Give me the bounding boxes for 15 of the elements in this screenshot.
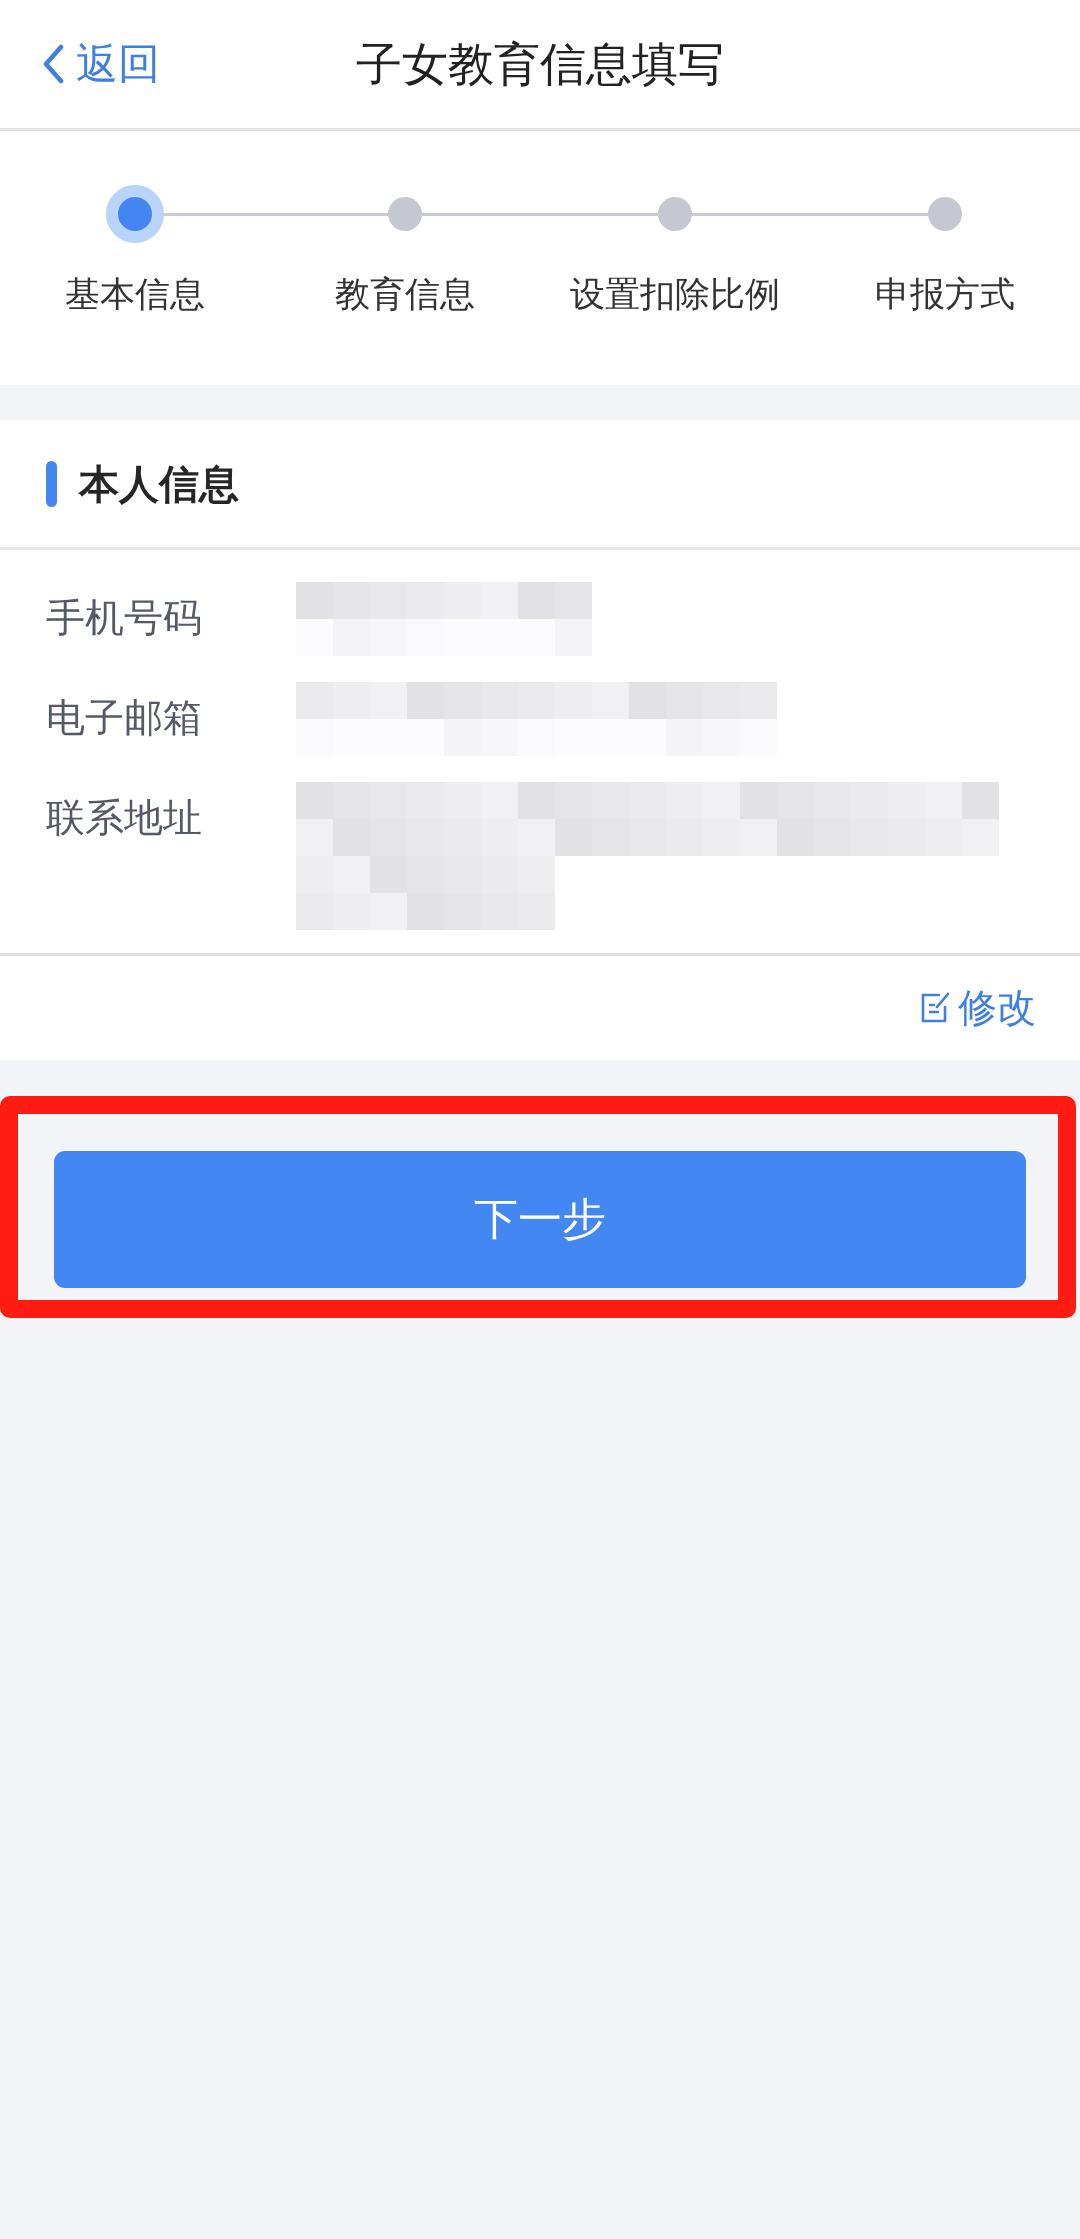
section-title: 本人信息: [79, 459, 239, 509]
step-label: 申报方式: [875, 273, 1015, 316]
page-title: 子女教育信息填写: [356, 36, 724, 93]
edit-icon: [920, 992, 950, 1024]
chevron-left-icon: [42, 44, 64, 84]
field-label: 手机号码: [46, 594, 203, 642]
step-label: 基本信息: [65, 273, 205, 316]
section-accent-bar: [46, 460, 57, 507]
step-label: 设置扣除比例: [570, 273, 780, 316]
back-button[interactable]: 返回: [42, 36, 160, 92]
step-label: 教育信息: [335, 273, 475, 316]
edit-button[interactable]: 修改: [920, 982, 1036, 1034]
field-label: 联系地址: [46, 794, 203, 842]
field-label: 电子邮箱: [46, 694, 203, 742]
next-step-button[interactable]: 下一步: [54, 1151, 1026, 1288]
